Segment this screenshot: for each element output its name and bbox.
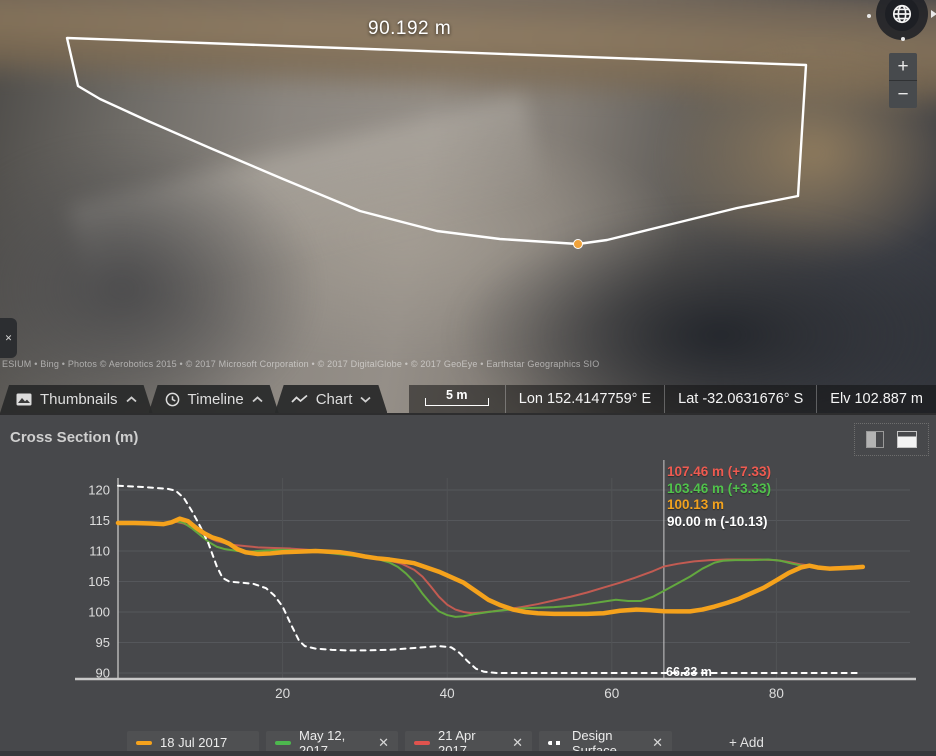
sidebar-collapse-handle[interactable]: ✕ xyxy=(0,318,17,358)
svg-text:120: 120 xyxy=(88,483,110,498)
readout-design: 90.00 m (-10.13) xyxy=(667,514,771,531)
cross-section-chart[interactable]: 90 95 100 105 110 115 120 20 40 60 80 xyxy=(0,415,936,715)
map-3d-view[interactable]: 90.192 m + − ✕ ESIUM • Bing • Photos © A… xyxy=(0,0,936,413)
map-zoom-controls: + − xyxy=(889,53,917,108)
timeline-clock-icon xyxy=(165,392,180,407)
tab-chart-label: Chart xyxy=(316,391,353,408)
app-root: 90.192 m + − ✕ ESIUM • Bing • Photos © A… xyxy=(0,0,936,756)
polygon-vertex-marker[interactable] xyxy=(574,240,583,249)
panel-footer-strip xyxy=(0,751,936,756)
map-bottom-bar: Thumbnails Timeline xyxy=(0,385,936,413)
tab-timeline-label: Timeline xyxy=(188,391,244,408)
zoom-out-button[interactable]: − xyxy=(889,81,917,108)
readout-21-apr: 107.46 m (+7.33) xyxy=(667,464,771,481)
add-surface-button[interactable]: + Add xyxy=(729,735,764,750)
zoom-in-button[interactable]: + xyxy=(889,53,917,81)
close-icon[interactable]: ✕ xyxy=(504,735,523,751)
svg-text:90: 90 xyxy=(96,666,110,681)
chart-line-icon xyxy=(291,394,308,405)
svg-text:105: 105 xyxy=(88,574,110,589)
tab-chart[interactable]: Chart xyxy=(275,385,388,413)
thumbnails-icon xyxy=(16,393,32,406)
readout-may-12: 103.46 m (+3.33) xyxy=(667,481,771,498)
cursor-readouts: 107.46 m (+7.33) 103.46 m (+3.33) 100.13… xyxy=(667,464,771,530)
map-info-bar: 5 m Lon 152.4147759° E Lat -32.0631676° … xyxy=(409,385,936,413)
series-18-jul-2017[interactable] xyxy=(118,519,863,614)
compass-dot-left xyxy=(867,14,871,18)
close-icon[interactable]: ✕ xyxy=(644,735,663,751)
legend-swatch xyxy=(136,741,152,745)
map-scale-bar: 5 m xyxy=(409,385,505,413)
legend-swatch xyxy=(414,741,430,745)
panel-tabs: Thumbnails Timeline xyxy=(0,385,383,413)
legend-swatch xyxy=(548,741,564,745)
legend-swatch xyxy=(275,741,291,745)
tab-thumbnails-label: Thumbnails xyxy=(40,391,118,408)
svg-text:110: 110 xyxy=(89,544,110,559)
elevation-readout: Elv 102.887 m xyxy=(816,385,936,413)
globe-icon[interactable] xyxy=(885,0,919,31)
svg-text:60: 60 xyxy=(604,686,619,701)
compass-dot-bottom xyxy=(901,37,905,41)
svg-text:100: 100 xyxy=(88,605,110,620)
svg-text:40: 40 xyxy=(440,686,455,701)
compass-arrow-right-icon[interactable] xyxy=(931,10,936,18)
tab-timeline[interactable]: Timeline xyxy=(149,385,279,413)
cursor-distance-label: 66.33 m xyxy=(666,665,712,679)
chevron-down-icon xyxy=(360,396,371,403)
legend-label: 18 Jul 2017 xyxy=(160,735,227,750)
chevron-up-icon xyxy=(252,396,263,403)
svg-text:80: 80 xyxy=(769,686,784,701)
svg-text:95: 95 xyxy=(96,635,110,650)
map-attribution: ESIUM • Bing • Photos © Aerobotics 2015 … xyxy=(2,359,522,369)
svg-text:20: 20 xyxy=(275,686,290,701)
chevron-up-icon xyxy=(126,396,137,403)
latitude-readout: Lat -32.0631676° S xyxy=(664,385,816,413)
measurement-polygon-overlay[interactable] xyxy=(0,0,936,413)
readout-18-jul: 100.13 m xyxy=(667,497,771,514)
measurement-length-label: 90.192 m xyxy=(368,18,451,40)
tab-thumbnails[interactable]: Thumbnails xyxy=(0,385,153,413)
scale-label: 5 m xyxy=(426,388,488,402)
close-icon[interactable]: ✕ xyxy=(370,735,389,751)
scale-bracket: 5 m xyxy=(425,398,489,406)
svg-text:115: 115 xyxy=(89,513,110,528)
cross-section-panel: Cross Section (m) 9095100105110115120204… xyxy=(0,413,936,756)
longitude-readout: Lon 152.4147759° E xyxy=(505,385,664,413)
